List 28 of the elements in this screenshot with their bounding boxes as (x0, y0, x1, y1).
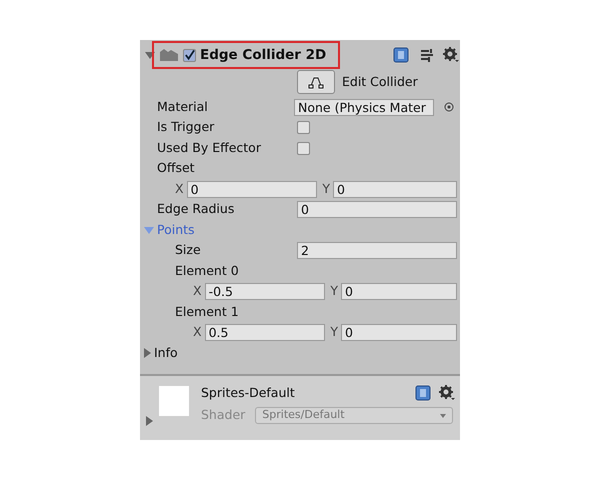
number-field[interactable]: 2 (297, 242, 457, 260)
property-label: Material (157, 98, 208, 116)
x-field[interactable]: 0.5 (204, 324, 326, 342)
object-field[interactable]: None (Physics Mater (294, 98, 434, 116)
y-field[interactable]: 0 (341, 324, 457, 342)
property-label: Size (175, 241, 201, 260)
property-label: Element 0 (175, 262, 239, 280)
property-label: Is Trigger (157, 118, 214, 136)
property-label: Edge Radius (157, 200, 234, 218)
property-label: Element 1 (175, 302, 239, 321)
x-label: X (193, 282, 203, 300)
edit-collider-label: Edit Collider (342, 72, 418, 91)
y-label: Y (329, 282, 339, 300)
y-field[interactable]: 0 (333, 180, 457, 198)
foldout-label[interactable]: Info (154, 344, 178, 363)
y-label: Y (329, 323, 339, 342)
x-label: X (175, 180, 185, 198)
component-title: Edge Collider 2D (200, 46, 326, 65)
x-label: X (193, 323, 203, 342)
x-field[interactable]: -0.5 (204, 283, 326, 300)
x-field[interactable]: 0 (186, 180, 318, 198)
property-label: Used By Effector (157, 138, 261, 157)
shader-label: Shader (201, 406, 246, 424)
y-label: Y (321, 180, 331, 198)
number-field[interactable]: 0 (297, 201, 457, 218)
material-title: Sprites-Default (201, 384, 295, 402)
property-label: Offset (157, 159, 195, 178)
y-field[interactable]: 0 (341, 283, 457, 300)
